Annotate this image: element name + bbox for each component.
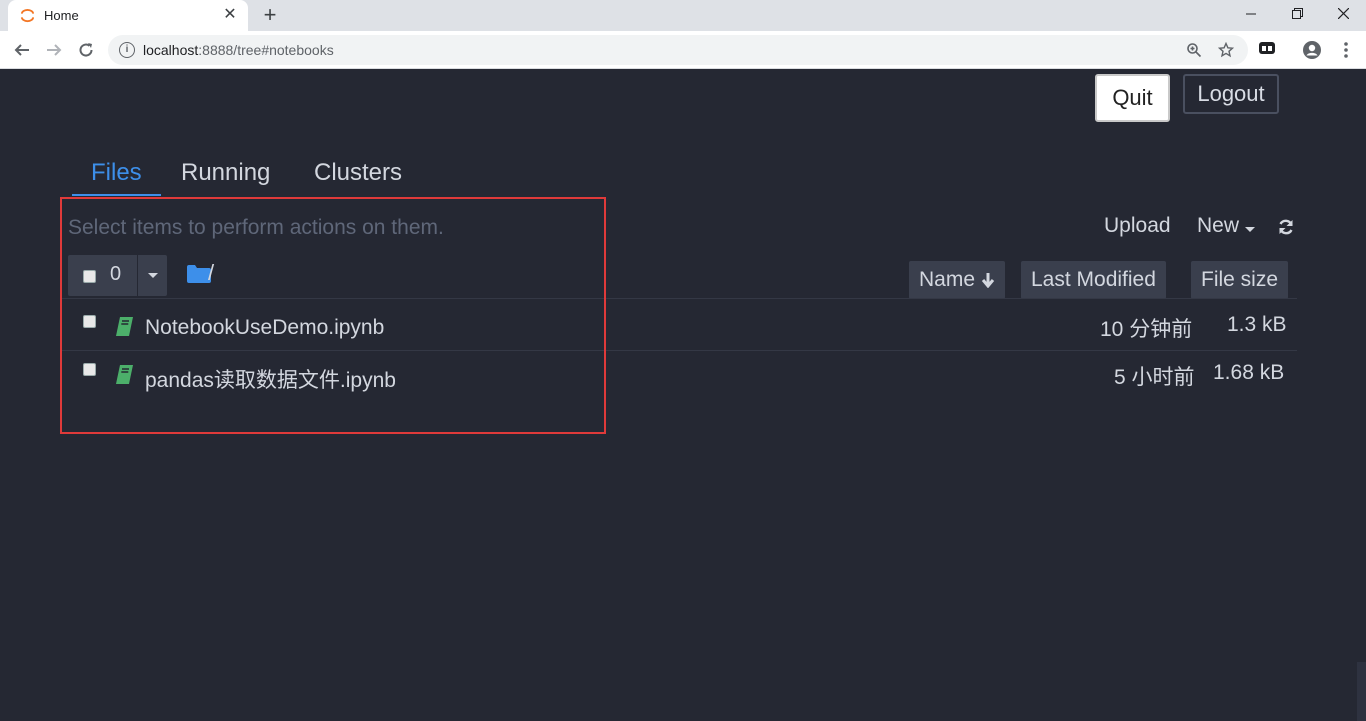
window-close-icon xyxy=(1337,7,1349,20)
select-dropdown-caret[interactable] xyxy=(138,255,167,296)
back-button[interactable] xyxy=(10,38,34,62)
jupyter-logo-icon xyxy=(20,8,35,23)
notebook-icon xyxy=(116,365,133,384)
forward-arrow-icon xyxy=(47,44,62,56)
zoom-icon[interactable] xyxy=(1184,40,1204,60)
row-checkbox[interactable] xyxy=(83,315,96,328)
scrollbar[interactable] xyxy=(1357,662,1366,721)
url-text[interactable]: localhost:8888/tree#notebooks xyxy=(143,42,334,58)
extension-icon[interactable] xyxy=(1257,40,1277,60)
profile-avatar-icon[interactable] xyxy=(1302,40,1322,60)
row-checkbox[interactable] xyxy=(83,363,96,376)
quit-button[interactable]: Quit xyxy=(1095,74,1170,122)
url-host: localhost xyxy=(143,42,199,58)
sort-down-arrow-icon xyxy=(981,273,995,289)
selection-hint: Select items to perform actions on them. xyxy=(68,216,444,239)
browser-menu-icon[interactable] xyxy=(1336,40,1356,60)
file-modified: 5 小时前 xyxy=(1114,366,1195,389)
minimize-button[interactable] xyxy=(1228,0,1274,28)
minimize-icon xyxy=(1246,13,1256,15)
list-divider xyxy=(60,298,1297,299)
forward-button[interactable] xyxy=(42,38,66,62)
tab-files[interactable]: Files xyxy=(72,155,161,196)
window-close-button[interactable] xyxy=(1320,0,1366,28)
sort-name-label: Name xyxy=(919,268,976,291)
new-tab-button[interactable]: + xyxy=(258,3,282,27)
logout-button[interactable]: Logout xyxy=(1183,74,1279,114)
select-all-checkbox[interactable] xyxy=(83,270,96,283)
reload-icon xyxy=(79,43,93,57)
file-name-link[interactable]: NotebookUseDemo.ipynb xyxy=(145,316,384,340)
tab-close-icon[interactable]: ✕ xyxy=(220,5,240,25)
row-divider xyxy=(60,350,1297,351)
reload-button[interactable] xyxy=(74,38,98,62)
select-all-button[interactable]: 0 xyxy=(68,255,137,296)
restore-icon xyxy=(1291,8,1303,19)
notebook-icon xyxy=(116,317,133,336)
site-info-icon[interactable]: i xyxy=(119,42,135,58)
restore-button[interactable] xyxy=(1274,0,1320,28)
sort-file-size-button[interactable]: File size xyxy=(1191,261,1289,299)
new-button[interactable]: New xyxy=(1197,214,1239,238)
browser-toolbar: i localhost:8888/tree#notebooks xyxy=(0,31,1366,69)
back-arrow-icon xyxy=(14,44,29,56)
browser-tab-bar: Home ✕ + xyxy=(0,0,1366,31)
sort-name-button[interactable]: Name xyxy=(909,261,1005,299)
sort-last-modified-button[interactable]: Last Modified xyxy=(1021,261,1166,299)
browser-tab-home[interactable]: Home ✕ xyxy=(8,0,248,31)
file-name-link[interactable]: pandas读取数据文件.ipynb xyxy=(145,364,396,394)
tab-title: Home xyxy=(44,8,79,23)
url-path: :8888/tree#notebooks xyxy=(198,42,334,58)
breadcrumb-root[interactable]: / xyxy=(208,260,214,286)
tab-running[interactable]: Running xyxy=(162,155,289,196)
selected-count: 0 xyxy=(110,263,122,285)
refresh-icon[interactable] xyxy=(1277,218,1295,236)
address-bar[interactable]: i localhost:8888/tree#notebooks xyxy=(108,35,1248,65)
file-size: 1.3 kB xyxy=(1227,313,1287,336)
file-size: 1.68 kB xyxy=(1213,361,1285,384)
upload-button[interactable]: Upload xyxy=(1104,214,1171,238)
tab-clusters[interactable]: Clusters xyxy=(295,155,421,196)
new-dropdown-caret-icon[interactable] xyxy=(1245,227,1255,232)
bookmark-star-icon[interactable] xyxy=(1216,40,1236,60)
file-modified: 10 分钟前 xyxy=(1100,318,1193,341)
